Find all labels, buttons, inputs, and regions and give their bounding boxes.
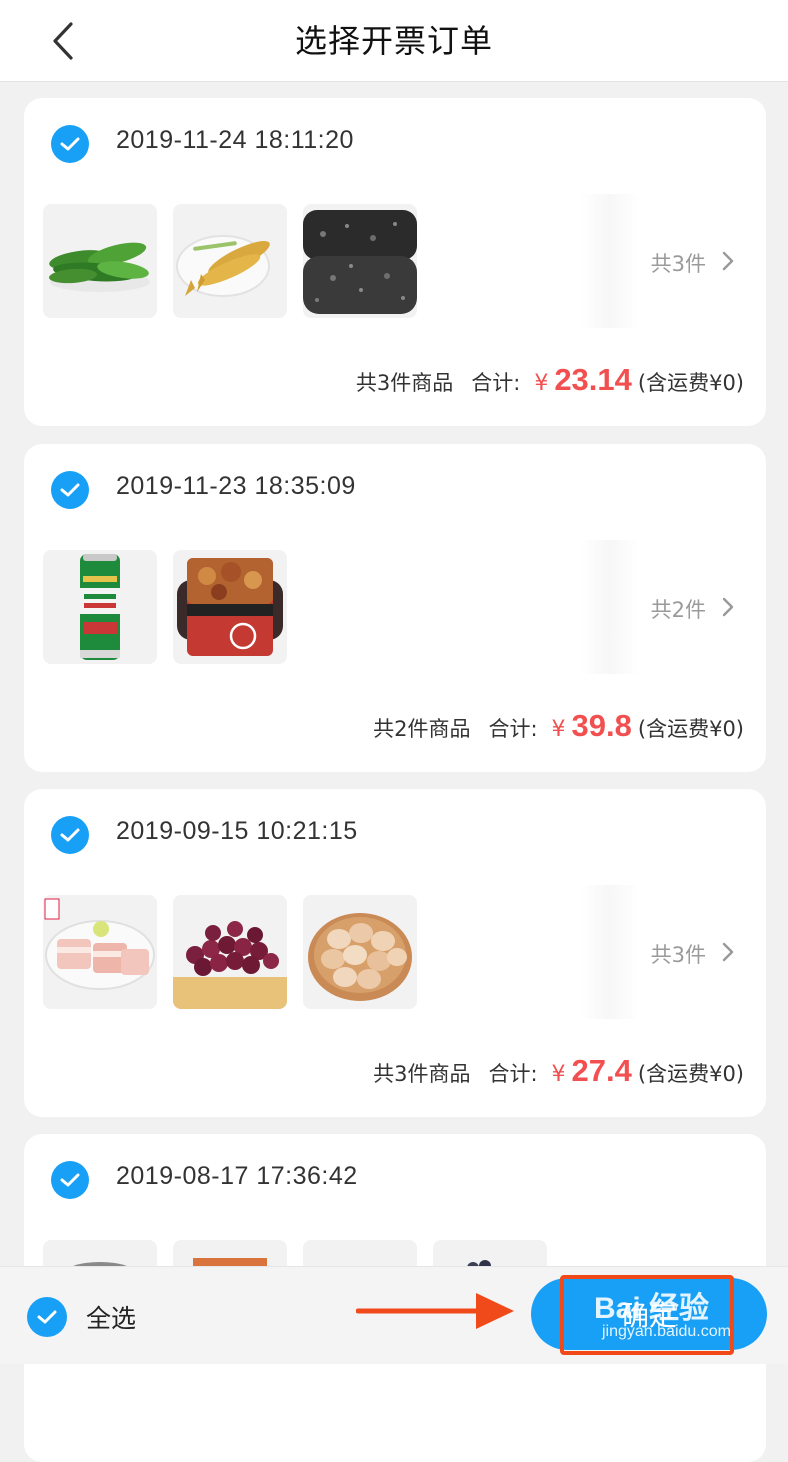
product-thumbnail-pork-belly <box>43 895 157 1009</box>
thumbnail-fade <box>580 540 640 674</box>
thumbnail-fade <box>580 194 640 328</box>
item-count[interactable]: 共3件 <box>651 939 706 969</box>
currency-symbol: ¥ <box>534 371 549 396</box>
order-checkbox[interactable] <box>51 1161 89 1199</box>
total-label: 合计: <box>471 371 521 395</box>
chevron-right-icon[interactable] <box>718 940 738 964</box>
order-total: 27.4 <box>571 1053 632 1088</box>
checkmark-icon <box>60 483 80 497</box>
goods-count: 共2件商品 <box>373 717 471 741</box>
order-checkbox[interactable] <box>51 125 89 163</box>
shipping-fee: (含运费¥0) <box>637 371 744 395</box>
chevron-right-icon[interactable] <box>718 249 738 273</box>
app-header: 选择开票订单 <box>0 0 788 82</box>
order-card[interactable]: 2019-11-23 18:35:09 共2件 共2件商品 合计: ¥ 39.8… <box>24 444 766 772</box>
order-date: 2019-09-15 10:21:15 <box>116 817 358 845</box>
annotation-highlight-box <box>560 1275 734 1355</box>
product-thumbnail-eggs <box>303 895 417 1009</box>
product-thumbnail-self-heating-hotpot <box>173 550 287 664</box>
select-all-checkbox[interactable] <box>27 1297 67 1337</box>
select-all-label[interactable]: 全选 <box>86 1299 136 1335</box>
product-thumbnail-dark-cake <box>303 204 417 318</box>
order-date: 2019-11-24 18:11:20 <box>116 126 354 154</box>
shipping-fee: (含运费¥0) <box>637 717 744 741</box>
checkmark-icon <box>60 828 80 842</box>
chevron-right-icon[interactable] <box>718 595 738 619</box>
product-thumbnail-tsingtao-beer-can <box>43 550 157 664</box>
goods-count: 共3件商品 <box>355 371 454 395</box>
order-summary: 共3件商品 合计: ¥ 27.4 (含运费¥0) <box>373 1053 744 1093</box>
order-summary: 共2件商品 合计: ¥ 39.8 (含运费¥0) <box>373 708 744 748</box>
order-card[interactable]: 2019-09-15 10:21:15 共3件 共3件商品 合计: ¥ 27.4… <box>24 789 766 1117</box>
total-label: 合计: <box>488 1062 538 1086</box>
shipping-fee: (含运费¥0) <box>637 1062 744 1086</box>
product-thumbnail-green-beans <box>43 204 157 318</box>
order-checkbox[interactable] <box>51 816 89 854</box>
product-thumbnail-yellow-croaker-fish <box>173 204 287 318</box>
page-title: 选择开票订单 <box>294 22 493 60</box>
annotation-arrow-icon <box>356 1293 514 1329</box>
order-total: 23.14 <box>554 362 632 397</box>
order-total: 39.8 <box>571 708 632 743</box>
checkmark-icon <box>37 1310 57 1324</box>
order-summary: 共3件商品 合计: ¥ 23.14 (含运费¥0) <box>356 362 744 402</box>
item-count[interactable]: 共2件 <box>651 594 706 624</box>
order-checkbox[interactable] <box>51 471 89 509</box>
checkmark-icon <box>60 137 80 151</box>
currency-symbol: ¥ <box>551 1062 566 1087</box>
order-date: 2019-11-23 18:35:09 <box>116 472 356 500</box>
bottom-bar: 全选 确定 Bai 经验 jingyan.baidu.com <box>0 1266 788 1364</box>
currency-symbol: ¥ <box>551 717 566 742</box>
product-thumbnail-red-grapes <box>173 895 287 1009</box>
thumbnail-fade <box>580 885 640 1019</box>
goods-count: 共3件商品 <box>373 1062 471 1086</box>
checkmark-icon <box>60 1173 80 1187</box>
total-label: 合计: <box>488 717 538 741</box>
order-card[interactable]: 2019-11-24 18:11:20 共3件 共3件商品 合计: ¥ 23.1… <box>24 98 766 426</box>
order-date: 2019-08-17 17:36:42 <box>116 1162 358 1190</box>
item-count[interactable]: 共3件 <box>651 248 706 278</box>
